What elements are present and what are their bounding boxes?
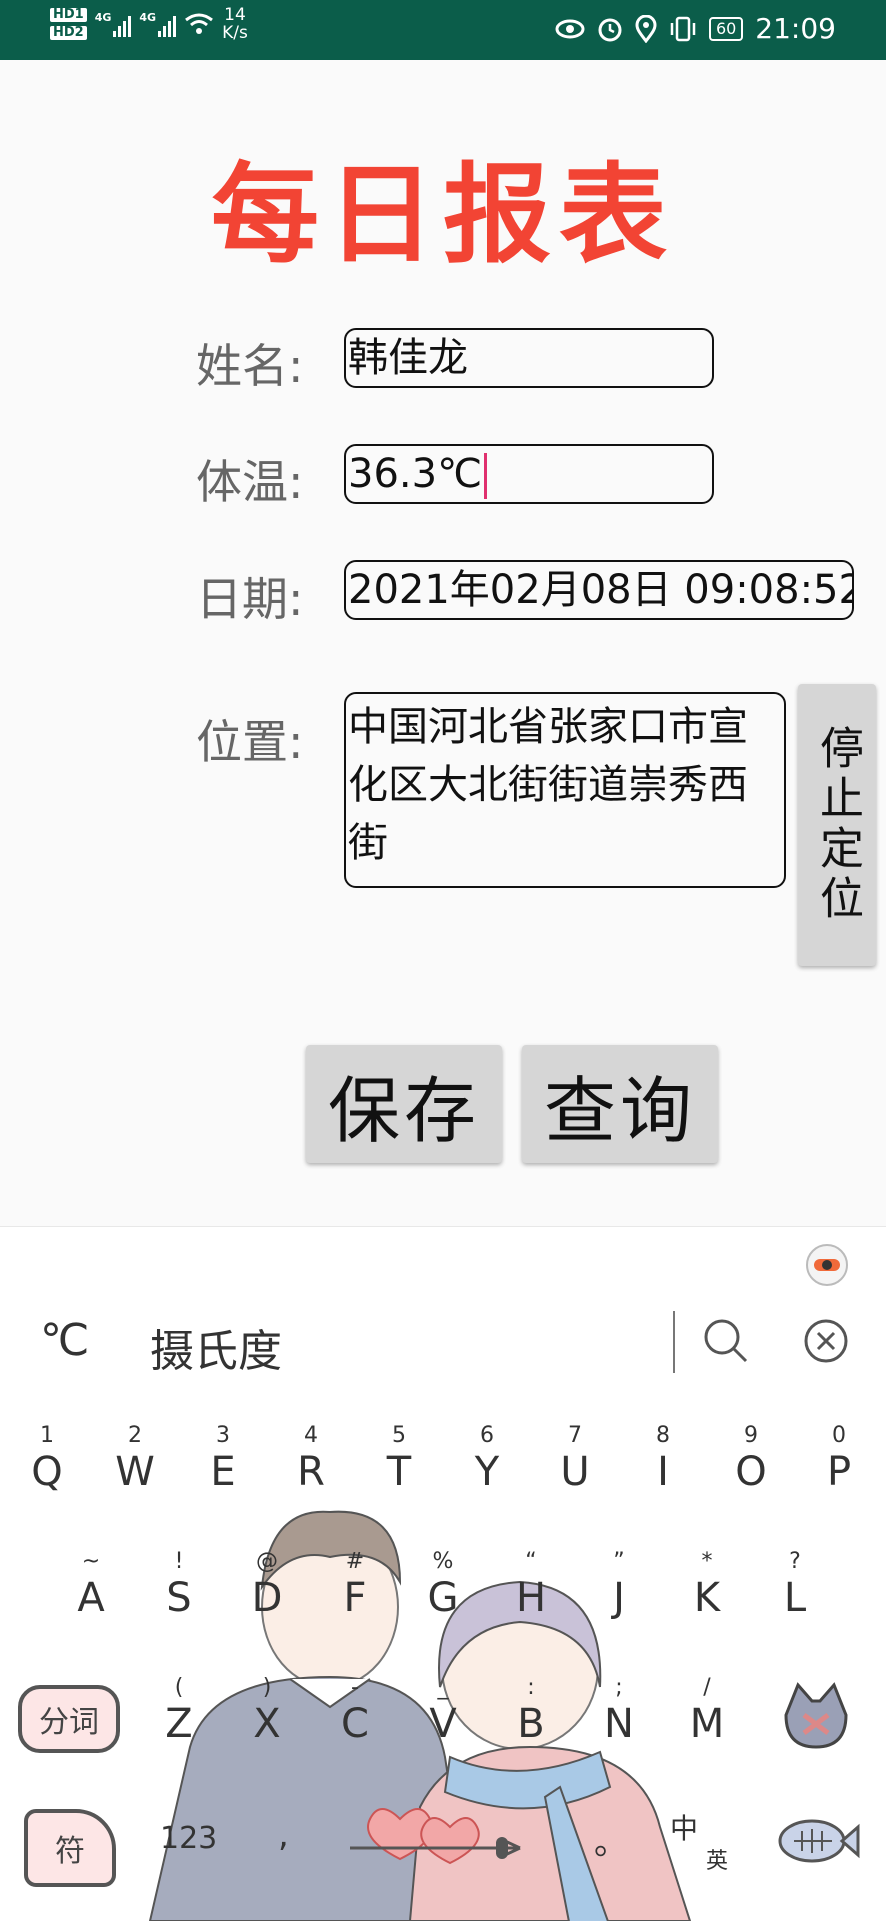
key-v[interactable]: _ V	[408, 1675, 478, 1747]
input-assistant-icon[interactable]	[802, 1237, 852, 1287]
candidate-bar: ℃ 摄氏度	[0, 1227, 886, 1381]
alarm-icon	[598, 18, 622, 41]
temperature-value: 36.3℃	[348, 451, 482, 497]
enter-key-fish-icon[interactable]	[770, 1811, 860, 1871]
signal-icon-2: 4G	[139, 11, 177, 37]
speed-value: 14	[224, 5, 246, 25]
signal-icon: 4G	[95, 11, 132, 37]
name-value: 韩佳龙	[348, 335, 468, 381]
key-m[interactable]: / M	[672, 1675, 742, 1747]
soft-keyboard: ℃ 摄氏度 1Q 2W 3E 4R 5T 6Y 7U 8I 9O 0P ~ A !…	[0, 1226, 886, 1921]
sim1-badge: HD1	[50, 8, 87, 22]
key-y[interactable]: 6Y	[452, 1423, 522, 1495]
stop-location-button[interactable]: 停止定位	[798, 684, 876, 966]
comma-key[interactable]: ,	[278, 1815, 289, 1855]
network-type-1: 4G	[94, 11, 112, 24]
period-key[interactable]: 。	[594, 1815, 628, 1864]
key-f[interactable]: # F	[320, 1549, 390, 1621]
key-u[interactable]: 7U	[540, 1423, 610, 1495]
date-label: 日期:	[196, 572, 304, 626]
number-key[interactable]: 123	[160, 1821, 217, 1856]
temperature-field[interactable]: 36.3℃	[344, 444, 714, 504]
key-b[interactable]: :B	[496, 1675, 566, 1747]
speed-unit: K/s	[222, 23, 248, 43]
page-title: 每日报表	[210, 153, 675, 278]
key-g[interactable]: % G	[408, 1549, 478, 1621]
key-k[interactable]: * K	[672, 1549, 742, 1621]
temperature-label: 体温:	[196, 455, 304, 509]
sim-indicators: HD1 HD2	[50, 8, 87, 40]
location-field[interactable]: 中国河北省张家口市宣化区大北街街道崇秀西街	[344, 692, 786, 888]
key-p[interactable]: 0P	[804, 1423, 874, 1495]
save-button[interactable]: 保存	[306, 1045, 502, 1163]
symbol-label: 符	[55, 1834, 85, 1869]
key-e[interactable]: 3E	[188, 1423, 258, 1495]
wifi-icon	[185, 13, 214, 34]
date-value: 2021年02月08日 09:08:52	[348, 567, 854, 613]
name-field[interactable]: 韩佳龙	[344, 328, 714, 388]
network-speed: 14 K/s	[222, 6, 248, 42]
space-key[interactable]	[340, 1813, 540, 1883]
key-c[interactable]: -C	[320, 1675, 390, 1747]
key-i[interactable]: 8I	[628, 1423, 698, 1495]
key-a[interactable]: ~ A	[56, 1549, 126, 1621]
chinese-mode-label[interactable]: 中	[670, 1807, 698, 1847]
location-icon	[635, 14, 657, 43]
close-icon[interactable]	[800, 1315, 852, 1367]
status-bar: HD1 HD2 4G 4G 14 K/s 60 21:09	[0, 0, 886, 60]
key-n[interactable]: ; N	[584, 1675, 654, 1747]
key-z[interactable]: (Z	[144, 1675, 214, 1747]
vibrate-icon	[670, 16, 696, 41]
key-x[interactable]: ) X	[232, 1675, 302, 1747]
status-right: 60 21:09	[555, 12, 836, 45]
fenci-key[interactable]: 分词	[18, 1685, 120, 1753]
key-r[interactable]: 4R	[276, 1423, 346, 1495]
stop-location-label: 停止定位	[812, 725, 863, 925]
text-cursor	[483, 453, 487, 499]
battery-icon: 60	[708, 16, 744, 41]
key-l[interactable]: ? L	[760, 1549, 830, 1621]
key-s[interactable]: ! S	[144, 1549, 214, 1621]
key-o[interactable]: 9O	[716, 1423, 786, 1495]
english-mode-label[interactable]: 英	[706, 1843, 728, 1875]
eye-icon	[555, 19, 585, 38]
candidate-celsius[interactable]: ℃	[40, 1315, 89, 1366]
clock: 21:09	[755, 12, 836, 45]
key-q[interactable]: 1Q	[12, 1423, 82, 1495]
search-icon[interactable]	[700, 1315, 752, 1367]
status-left: HD1 HD2 4G 4G 14 K/s	[50, 6, 248, 42]
query-button[interactable]: 查询	[522, 1045, 718, 1163]
location-value: 中国河北省张家口市宣化区大北街街道崇秀西街	[348, 704, 748, 866]
candidate-celsius-word[interactable]: 摄氏度	[150, 1315, 282, 1379]
symbol-key[interactable]: 符	[24, 1809, 116, 1887]
network-type-2: 4G	[139, 11, 157, 24]
backspace-icon[interactable]	[776, 1675, 856, 1755]
key-j[interactable]: ” J	[584, 1549, 654, 1621]
key-h[interactable]: “H	[496, 1549, 566, 1621]
key-d[interactable]: @ D	[232, 1549, 302, 1621]
key-t[interactable]: 5T	[364, 1423, 434, 1495]
location-label: 位置:	[196, 715, 304, 769]
sim2-badge: HD2	[50, 26, 87, 40]
candidate-divider	[673, 1311, 675, 1373]
fenci-label: 分词	[39, 1705, 99, 1740]
date-field[interactable]: 2021年02月08日 09:08:52	[344, 560, 854, 620]
key-w[interactable]: 2W	[100, 1423, 170, 1495]
name-label: 姓名:	[196, 339, 304, 393]
